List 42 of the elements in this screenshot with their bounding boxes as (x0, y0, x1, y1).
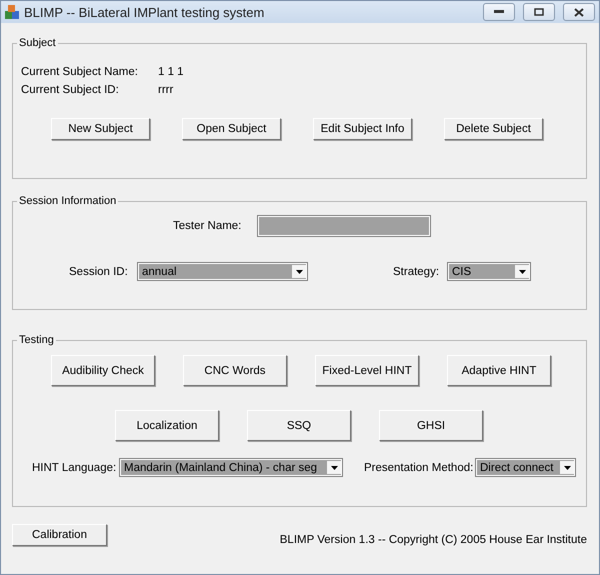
app-icon (5, 5, 19, 19)
maximize-icon (534, 8, 544, 16)
test-button[interactable]: SSQ (247, 410, 351, 441)
field-value: 1 1 1 (158, 66, 184, 78)
dropdown[interactable]: Mandarin (Mainland China) - char seg (120, 459, 342, 476)
dropdown-arrow-icon (564, 466, 570, 470)
dropdown-arrow-icon (296, 270, 302, 274)
field-label: Tester Name: (173, 220, 242, 232)
test-button[interactable]: Adaptive HINT (447, 355, 551, 386)
calibration-button[interactable]: Calibration (12, 524, 107, 546)
test-button[interactable]: Audibility Check (51, 355, 155, 386)
test-button[interactable]: Localization (115, 410, 219, 441)
test-button[interactable]: GHSI (379, 410, 483, 441)
copyright-text: BLIMP Version 1.3 -- Copyright (C) 2005 House Ear Institute (280, 534, 587, 546)
test-button[interactable]: CNC Words (183, 355, 287, 386)
close-button[interactable] (563, 3, 595, 21)
group-title: Subject (18, 37, 57, 49)
field-label: HINT Language: (32, 462, 118, 474)
field-label: Current Subject Name: (21, 66, 139, 78)
field-label: Presentation Method: (364, 462, 474, 474)
dropdown-arrow-icon (330, 466, 338, 470)
dropdown[interactable]: CIS (448, 263, 530, 280)
subject-button[interactable]: New Subject (51, 118, 150, 140)
dropdown-arrow-icon (518, 270, 526, 274)
dropdown[interactable]: annual (138, 263, 307, 280)
field-label: Current Subject ID: (21, 84, 120, 96)
field-label: Session ID: (69, 266, 129, 278)
window-title: BLIMP -- BiLateral IMPlant testing system (24, 4, 266, 20)
dropdown[interactable]: Direct connect (476, 459, 575, 476)
field-value: rrrr (158, 84, 174, 96)
minimize-button[interactable] (483, 3, 515, 21)
subject-button[interactable]: Delete Subject (444, 118, 543, 140)
minimize-icon (494, 10, 504, 14)
close-icon (574, 8, 584, 16)
group-title: Testing (18, 334, 55, 346)
tester-name-field[interactable] (258, 216, 430, 236)
group-title: Session Information (18, 195, 118, 207)
subject-button[interactable]: Open Subject (182, 118, 281, 140)
test-button[interactable]: Fixed-Level HINT (315, 355, 419, 386)
subject-button[interactable]: Edit Subject Info (313, 118, 412, 140)
maximize-button[interactable] (523, 3, 555, 21)
field-label: Strategy: (393, 266, 440, 278)
